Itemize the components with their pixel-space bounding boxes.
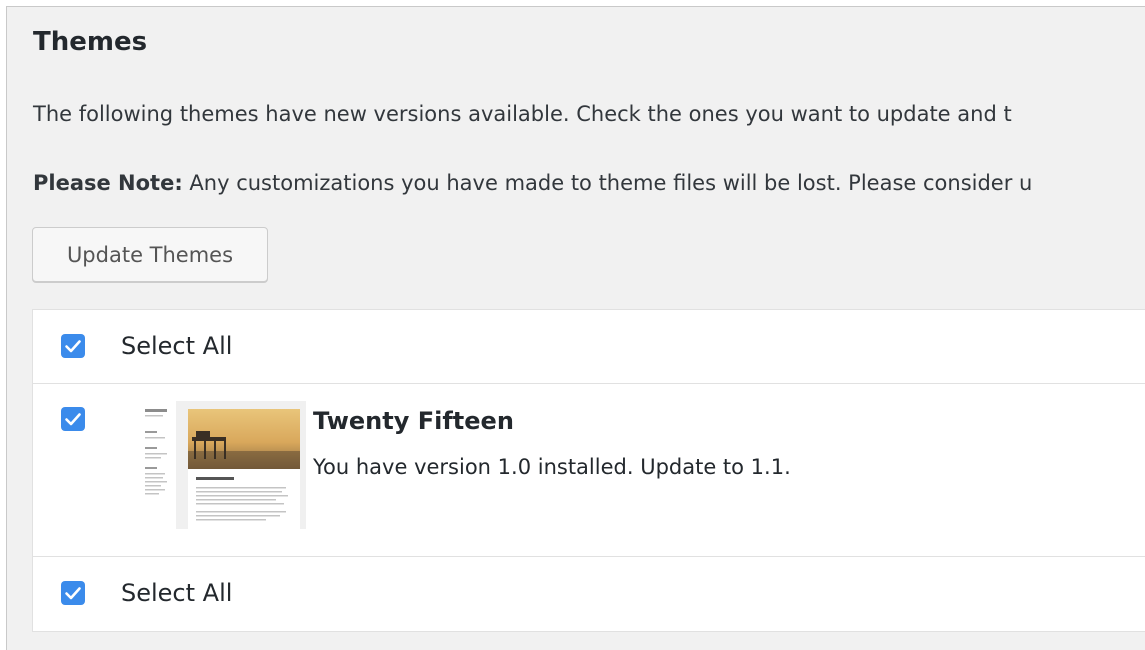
note-text: Please Note: Any customizations you have…: [33, 171, 1032, 195]
themes-update-table: Select All Twenty Fifteen You have versi…: [32, 309, 1145, 632]
select-all-checkbox-top[interactable]: [61, 334, 85, 358]
theme-checkbox-twenty-fifteen[interactable]: [61, 407, 85, 431]
theme-screenshot-icon: [136, 401, 306, 529]
theme-name: Twenty Fifteen: [313, 407, 514, 435]
select-all-row-bottom: Select All: [33, 557, 1145, 631]
select-all-label-bottom[interactable]: Select All: [121, 579, 232, 607]
theme-row-twenty-fifteen: Twenty Fifteen You have version 1.0 inst…: [33, 384, 1145, 557]
checkmark-icon: [65, 340, 81, 353]
theme-version-text: You have version 1.0 installed. Update t…: [313, 455, 791, 479]
update-themes-button[interactable]: Update Themes: [32, 227, 268, 282]
section-title: Themes: [33, 27, 148, 57]
note-label: Please Note:: [33, 171, 183, 195]
themes-update-panel: Themes The following themes have new ver…: [6, 6, 1145, 650]
select-all-label-top[interactable]: Select All: [121, 332, 232, 360]
select-all-checkbox-bottom[interactable]: [61, 581, 85, 605]
intro-text: The following themes have new versions a…: [33, 102, 1012, 126]
select-all-row-top: Select All: [33, 310, 1145, 384]
note-body: Any customizations you have made to them…: [182, 171, 1033, 195]
checkmark-icon: [65, 587, 81, 600]
theme-screenshot-thumbnail: [136, 401, 306, 529]
checkmark-icon: [65, 413, 81, 426]
